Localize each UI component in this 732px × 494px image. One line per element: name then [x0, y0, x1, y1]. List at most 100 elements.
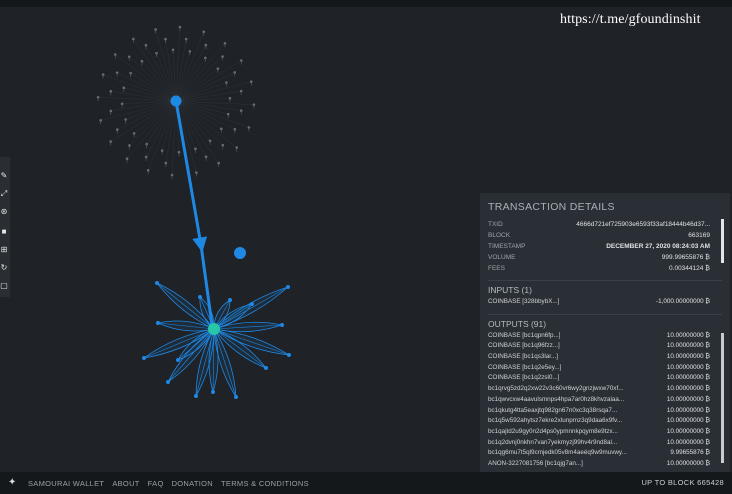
detail-row: TIMESTAMP DECEMBER 27, 2020 08:24:03 AM	[488, 241, 722, 252]
output-node[interactable]	[250, 302, 254, 306]
footer: ✦ SAMOURAI WALLET ABOUT FAQ DONATION TER…	[0, 472, 732, 494]
detail-row: TXID 4666d721ef725903e6593f33af18444b46d3…	[488, 219, 722, 230]
output-amount: 10.00000000 ₿	[666, 353, 710, 361]
output-row[interactable]: bc1qrvg5zd2q2xw22v3c60vr6wy2gnzjwxw70xf.…	[488, 384, 722, 395]
lower-cluster-links	[143, 282, 290, 398]
output-address: bc1q2dvnj0nkhn7van7yekmyzj99hv4r9nd8al..…	[488, 438, 618, 446]
output-amount: 10.00000000 ₿	[666, 374, 710, 382]
detail-key: VOLUME	[488, 254, 516, 261]
output-node[interactable]	[155, 281, 159, 285]
output-row[interactable]: bc1qg6mu7t5ql9cmjedk05v8m4aeéq9w9muvwy..…	[488, 448, 722, 459]
input-row[interactable]: COINBASE [328bbybX...] -1,000.00000000 ₿	[488, 297, 722, 308]
pin-icon[interactable]: ⊛	[0, 207, 8, 217]
output-row[interactable]: COINBASE [bc1q96fzz...] 10.00000000 ₿	[488, 341, 722, 352]
output-node[interactable]	[194, 394, 198, 398]
output-node[interactable]	[286, 285, 290, 289]
detail-row: BLOCK 663169	[488, 230, 722, 241]
inputs-header: INPUTS (1)	[488, 280, 722, 297]
output-amount: 10.00000000 ₿	[666, 417, 710, 425]
top-bar	[0, 0, 732, 7]
output-row[interactable]: COINBASE [bc1q2zsl0...] 10.00000000 ₿	[488, 373, 722, 384]
output-node[interactable]	[264, 366, 268, 370]
detail-value: 4666d721ef725903e6593f33af18444b46d37...	[576, 221, 710, 228]
detail-key: BLOCK	[488, 232, 511, 239]
output-node[interactable]	[142, 356, 146, 360]
detail-key: FEES	[488, 265, 505, 272]
detail-row: VOLUME 999.99655876 ₿	[488, 252, 722, 263]
samourai-logo-icon[interactable]: ✦	[8, 477, 20, 489]
output-address: ANON-3227081756 [bc1qjg7an...]	[488, 459, 583, 467]
output-amount: 10.00000000 ₿	[666, 406, 710, 414]
output-row[interactable]: bc1q5w592ahytsz7ekre2xlunpmz3q9daa6x9fv.…	[488, 416, 722, 427]
footer-link-samourai[interactable]: SAMOURAI WALLET	[28, 479, 104, 488]
output-row[interactable]: bc1q2dvnj0nkhn7van7yekmyzj99hv4r9nd8al..…	[488, 438, 722, 449]
output-amount: 10.00000000 ₿	[666, 363, 710, 371]
block-status: UP TO BLOCK 665428	[641, 478, 724, 487]
output-node[interactable]	[280, 323, 284, 327]
output-row[interactable]: bc1qkutg4tta5eaxjtq982gn67n0xc3q38rsqa7.…	[488, 406, 722, 417]
inputs-list: COINBASE [328bbybX...] -1,000.00000000 ₿	[488, 297, 722, 308]
footer-link-about[interactable]: ABOUT	[112, 479, 139, 488]
output-amount: 10.00000000 ₿	[666, 331, 710, 339]
footer-link-donation[interactable]: DONATION	[172, 479, 213, 488]
outputs-list: COINBASE [bc1qpn6fp...] 10.00000000 ₿ COIN…	[488, 331, 722, 470]
pencil-icon[interactable]: ✎	[0, 171, 8, 181]
isolated-node[interactable]	[234, 247, 246, 259]
output-amount: 9.99655876 ₿	[670, 449, 710, 457]
output-node[interactable]	[166, 380, 170, 384]
output-address: COINBASE [bc1q96fzz...]	[488, 342, 560, 350]
output-row[interactable]: bc1qwvcxw4aavulsmnps4hpa7ar0hz8khvzalaa.…	[488, 395, 722, 406]
output-node[interactable]	[211, 390, 215, 394]
link-icon[interactable]: ⤢	[0, 189, 8, 199]
output-node[interactable]	[156, 321, 160, 325]
output-node[interactable]	[287, 353, 291, 357]
output-address: COINBASE [bc1q2e5ey...]	[488, 363, 562, 371]
output-address: COINBASE [bc1q2zsl0...]	[488, 374, 560, 382]
footer-link-terms[interactable]: TERMS & CONDITIONS	[221, 479, 309, 488]
output-address: bc1qkutg4tta5eaxjtq982gn67n0xc3q38rsqa7.…	[488, 406, 618, 414]
output-amount: 10.00000000 ₿	[666, 342, 710, 350]
output-address: bc1qwvcxw4aavulsmnps4hpa7ar0hz8khvzalaa.…	[488, 395, 625, 403]
square-icon[interactable]: ■	[0, 227, 8, 237]
output-amount: 10.00000000 ₿	[666, 427, 710, 435]
grid-icon[interactable]: ⊞	[0, 245, 8, 255]
detail-value: 0.00344124 ₿	[669, 265, 710, 272]
output-amount: 10.00000000 ₿	[666, 459, 710, 467]
output-row[interactable]: COINBASE [bc1qs3lar...] 10.00000000 ₿	[488, 352, 722, 363]
output-row[interactable]: COINBASE [bc1qpn6fp...] 10.00000000 ₿	[488, 331, 722, 342]
output-node[interactable]	[234, 395, 238, 399]
transaction-details-panel: TRANSACTION DETAILS TXID 4666d721ef725903…	[480, 193, 730, 472]
output-amount: 10.00000000 ₿	[666, 385, 710, 393]
detail-key: TIMESTAMP	[488, 243, 526, 250]
input-amount: -1,000.00000000 ₿	[655, 298, 710, 305]
input-address: COINBASE [328bbybX...]	[488, 298, 560, 305]
output-address: bc1qg6mu7t5ql9cmjedk05v8m4aeéq9w9muvwy..…	[488, 449, 627, 457]
output-row[interactable]: COINBASE [bc1q2e5ey...] 10.00000000 ₿	[488, 363, 722, 374]
footer-link-faq[interactable]: FAQ	[148, 479, 164, 488]
output-node[interactable]	[176, 358, 180, 362]
output-node[interactable]	[198, 295, 202, 299]
panel-scrollbar[interactable]	[721, 219, 724, 263]
source-node[interactable]	[170, 95, 182, 107]
details-list: TXID 4666d721ef725903e6593f33af18444b46d3…	[488, 219, 722, 274]
center-node[interactable]	[208, 323, 220, 335]
outputs-header: OUTPUTS (91)	[488, 313, 722, 331]
frame-icon[interactable]: ▢	[0, 281, 8, 291]
refresh-icon[interactable]: ↻	[0, 263, 8, 273]
watermark-text: https://t.me/gfoundinshit	[560, 12, 701, 27]
output-amount: 10.00000000 ₿	[666, 395, 710, 403]
detail-row: FEES 0.00344124 ₿	[488, 263, 722, 274]
output-address: bc1q5w592ahytsz7ekre2xlunpmz3q9daa6x9fv.…	[488, 417, 622, 425]
output-address: bc1qajtd2u9gy0n2d4ps0ypmnnkpqym8e9tzx...	[488, 427, 618, 435]
output-row[interactable]: bc1qajtd2u9gy0n2d4ps0ypmnnkpqym8e9tzx...…	[488, 427, 722, 438]
detail-value: 999.99655876 ₿	[661, 254, 710, 261]
output-node[interactable]	[228, 298, 232, 302]
output-amount: 10.00000000 ₿	[666, 438, 710, 446]
outputs-scrollbar[interactable]	[721, 333, 724, 463]
graph-toolbar: ✎ ⤢ ⊛ ■ ⊞ ↻ ▢	[0, 157, 10, 297]
output-address: COINBASE [bc1qpn6fp...]	[488, 331, 561, 339]
detail-value: DECEMBER 27, 2020 08:24:03 AM	[606, 243, 710, 250]
output-address: COINBASE [bc1qs3lar...]	[488, 353, 558, 361]
detail-value: 663169	[688, 232, 710, 239]
output-row[interactable]: ANON-3227081756 [bc1qjg7an...] 10.0000000…	[488, 459, 722, 470]
